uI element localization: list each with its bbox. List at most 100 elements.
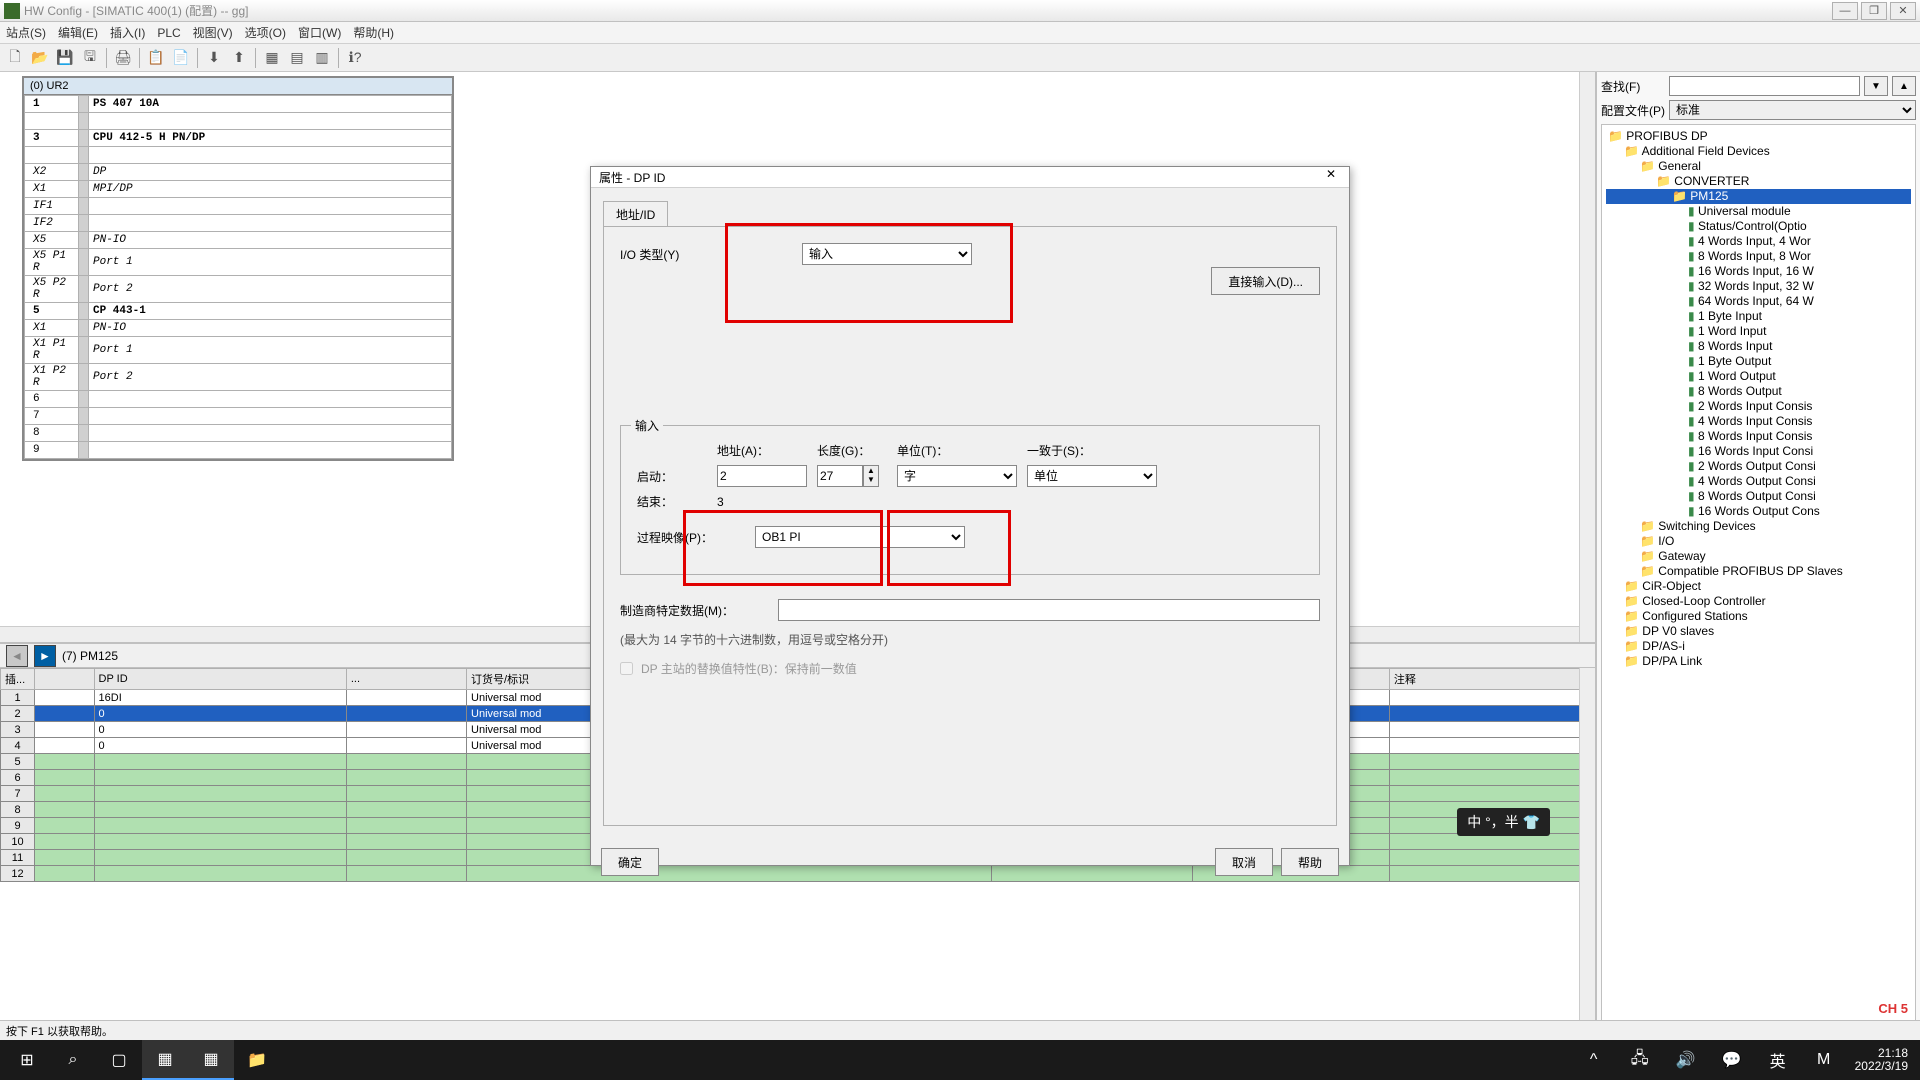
menu-item[interactable]: 帮助(H) (353, 24, 394, 41)
tree-node[interactable]: PM125 (1606, 189, 1911, 204)
task-view-icon[interactable]: ▢ (96, 1040, 142, 1080)
tree-node[interactable]: 4 Words Output Consi (1606, 474, 1911, 489)
tree-node[interactable]: Closed-Loop Controller (1606, 594, 1911, 609)
ok-button[interactable]: 确定 (601, 848, 659, 876)
tree-node[interactable]: Status/Control(Optio (1606, 219, 1911, 234)
taskbar-app-1[interactable]: ▦ (142, 1040, 188, 1080)
rack-row[interactable]: X5PN-IO (25, 232, 452, 249)
catalog-icon[interactable]: ▤ (286, 47, 308, 69)
tree-node[interactable]: Configured Stations (1606, 609, 1911, 624)
find-up-button[interactable]: ▲ (1892, 76, 1916, 96)
taskbar-app-2[interactable]: ▦ (188, 1040, 234, 1080)
find-input[interactable] (1669, 76, 1860, 96)
tree-node[interactable]: General (1606, 159, 1911, 174)
tree-node[interactable]: Universal module (1606, 204, 1911, 219)
rack-row[interactable]: IF2 (25, 215, 452, 232)
taskbar-clock[interactable]: 21:182022/3/19 (1847, 1045, 1916, 1075)
help-button[interactable]: 帮助 (1281, 848, 1339, 876)
copy-icon[interactable]: 📋 (145, 47, 167, 69)
direct-input-button[interactable]: 直接输入(D)... (1211, 267, 1320, 295)
rack-row[interactable]: X1 P2 RPort 2 (25, 364, 452, 391)
tree-node[interactable]: PROFIBUS DP (1606, 129, 1911, 144)
tab-address-id[interactable]: 地址/ID (603, 201, 668, 227)
procimg-select[interactable]: OB1 PI (755, 526, 965, 548)
tray-keyboard-icon[interactable]: M (1801, 1040, 1847, 1080)
maximize-button[interactable]: ❐ (1861, 2, 1887, 20)
tray-chevron-icon[interactable]: ^ (1571, 1040, 1617, 1080)
tree-node[interactable]: I/O (1606, 534, 1911, 549)
tree-node[interactable]: 8 Words Input, 8 Wor (1606, 249, 1911, 264)
scrollbar-vertical[interactable] (1579, 72, 1595, 642)
print-icon[interactable]: 🖨 (112, 47, 134, 69)
tree-node[interactable]: 64 Words Input, 64 W (1606, 294, 1911, 309)
tree-node[interactable]: 1 Byte Input (1606, 309, 1911, 324)
tree-node[interactable]: 1 Byte Output (1606, 354, 1911, 369)
network-icon[interactable]: ▥ (311, 47, 333, 69)
paste-icon[interactable]: 📄 (170, 47, 192, 69)
tree-node[interactable]: 16 Words Input, 16 W (1606, 264, 1911, 279)
rack-row[interactable]: X5 P2 RPort 2 (25, 276, 452, 303)
help-icon[interactable]: ℹ? (344, 47, 366, 69)
rack-row[interactable]: IF1 (25, 198, 452, 215)
menu-item[interactable]: PLC (157, 26, 180, 40)
rack-row[interactable] (25, 147, 452, 164)
rack-row[interactable]: 5CP 443-1 (25, 303, 452, 320)
dialog-close-icon[interactable]: ✕ (1321, 167, 1341, 187)
close-button[interactable]: ✕ (1890, 2, 1916, 20)
unit-select[interactable]: 字 (897, 465, 1017, 487)
tray-ime-icon[interactable]: 英 (1755, 1040, 1801, 1080)
tree-node[interactable]: 2 Words Input Consis (1606, 399, 1911, 414)
rack-row[interactable]: 1PS 407 10A (25, 96, 452, 113)
minimize-button[interactable]: — (1832, 2, 1858, 20)
rack-row[interactable]: 7 (25, 408, 452, 425)
spin-up-icon[interactable]: ▲▼ (863, 465, 879, 487)
back-button[interactable]: ◄ (6, 645, 28, 667)
scrollbar-vertical[interactable] (1579, 668, 1595, 1042)
tray-network-icon[interactable]: 🖧 (1617, 1040, 1663, 1080)
save-icon[interactable]: 💾 (54, 47, 76, 69)
tree-node[interactable]: 8 Words Output (1606, 384, 1911, 399)
new-icon[interactable]: 🗋 (4, 47, 26, 69)
module-icon[interactable]: ▦ (261, 47, 283, 69)
tree-node[interactable]: DP/AS-i (1606, 639, 1911, 654)
tree-node[interactable]: 16 Words Output Cons (1606, 504, 1911, 519)
start-button[interactable]: ⊞ (4, 1040, 50, 1080)
rack-row[interactable]: 8 (25, 425, 452, 442)
catalog-tree[interactable]: PROFIBUS DPAdditional Field DevicesGener… (1601, 124, 1916, 1038)
menu-item[interactable]: 站点(S) (6, 24, 46, 41)
cancel-button[interactable]: 取消 (1215, 848, 1273, 876)
rack-row[interactable]: X2DP (25, 164, 452, 181)
menu-item[interactable]: 插入(I) (110, 24, 145, 41)
rack-row[interactable]: X5 P1 RPort 1 (25, 249, 452, 276)
rack-row[interactable] (25, 113, 452, 130)
rack-row[interactable]: 6 (25, 391, 452, 408)
menu-item[interactable]: 窗口(W) (298, 24, 341, 41)
mfg-data-input[interactable] (778, 599, 1320, 621)
tray-volume-icon[interactable]: 🔊 (1663, 1040, 1709, 1080)
tree-node[interactable]: Switching Devices (1606, 519, 1911, 534)
address-input[interactable] (717, 465, 807, 487)
open-icon[interactable]: 📂 (29, 47, 51, 69)
tree-node[interactable]: 8 Words Output Consi (1606, 489, 1911, 504)
consistency-select[interactable]: 单位 (1027, 465, 1157, 487)
find-down-button[interactable]: ▼ (1864, 76, 1888, 96)
tree-node[interactable]: Compatible PROFIBUS DP Slaves (1606, 564, 1911, 579)
rack-row[interactable]: X1 P1 RPort 1 (25, 337, 452, 364)
tree-node[interactable]: Additional Field Devices (1606, 144, 1911, 159)
tree-node[interactable]: 4 Words Input Consis (1606, 414, 1911, 429)
search-icon[interactable]: ⌕ (50, 1040, 96, 1080)
tree-node[interactable]: Gateway (1606, 549, 1911, 564)
rack-row[interactable]: X1PN-IO (25, 320, 452, 337)
save-all-icon[interactable]: 🖫 (79, 47, 101, 69)
menu-item[interactable]: 视图(V) (193, 24, 233, 41)
rack-row[interactable]: 9 (25, 442, 452, 459)
tree-node[interactable]: DP/PA Link (1606, 654, 1911, 669)
tree-node[interactable]: 2 Words Output Consi (1606, 459, 1911, 474)
rack-window[interactable]: (0) UR2 1PS 407 10A3CPU 412-5 H PN/DPX2D… (22, 76, 454, 461)
tree-node[interactable]: CONVERTER (1606, 174, 1911, 189)
tree-node[interactable]: 32 Words Input, 32 W (1606, 279, 1911, 294)
tree-node[interactable]: 16 Words Input Consi (1606, 444, 1911, 459)
tree-node[interactable]: 1 Word Output (1606, 369, 1911, 384)
menu-item[interactable]: 编辑(E) (58, 24, 98, 41)
profile-select[interactable]: 标准 (1669, 100, 1916, 120)
